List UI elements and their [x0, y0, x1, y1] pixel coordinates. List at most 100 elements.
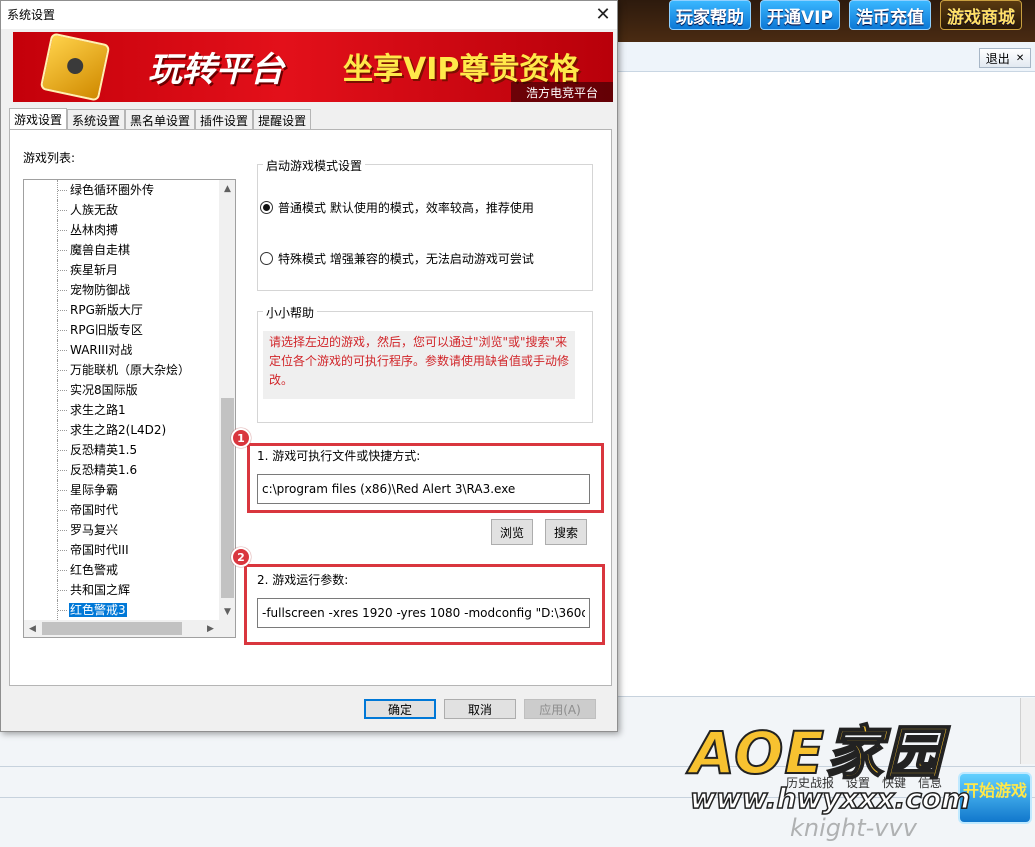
dialog-titlebar[interactable]: 系统设置 ✕	[1, 1, 617, 29]
open-vip-button[interactable]: 开通VIP	[760, 0, 840, 30]
tree-item[interactable]: 魔兽自走棋	[24, 240, 219, 260]
help-title: 小小帮助	[263, 304, 318, 321]
tree-item[interactable]: 绿色循环圈外传	[24, 180, 219, 200]
tree-item[interactable]: 罗马复兴	[24, 520, 219, 540]
scroll-up-icon[interactable]: ▲	[219, 180, 235, 197]
tree-item[interactable]: 宠物防御战	[24, 280, 219, 300]
exe-path-input[interactable]	[257, 474, 590, 504]
tree-item-label: 宠物防御战	[70, 283, 131, 297]
normal-mode-label: 普通模式 默认使用的模式，效率较高，推荐使用	[278, 201, 534, 215]
tree-item-label: 红色警戒	[70, 563, 119, 577]
tree-item-label: 反恐精英1.5	[70, 443, 138, 457]
tree-item[interactable]: WARIII对战	[24, 340, 219, 360]
tree-item[interactable]: RPG新版大厅	[24, 300, 219, 320]
tab-reminder-settings[interactable]: 提醒设置	[253, 109, 312, 130]
normal-mode-option[interactable]: 普通模式 默认使用的模式，效率较高，推荐使用	[260, 199, 534, 216]
recharge-button[interactable]: 浩币充值	[849, 0, 931, 30]
watermark-user: knight-vvv	[790, 814, 917, 842]
search-button[interactable]: 搜索	[545, 519, 587, 545]
scroll-left-icon[interactable]: ◀	[24, 620, 41, 637]
tree-item-label: RPG新版大厅	[70, 303, 143, 317]
game-list-label: 游戏列表:	[23, 151, 76, 165]
tree-item-label: 反恐精英1.6	[70, 463, 138, 477]
ok-button[interactable]: 确定	[364, 699, 436, 719]
tree-item[interactable]: 疾星斩月	[24, 260, 219, 280]
watermark-logo: AOE家园	[689, 718, 944, 788]
scroll-right-icon[interactable]: ▶	[202, 620, 219, 637]
special-mode-option[interactable]: 特殊模式 增强兼容的模式，无法启动游戏可尝试	[260, 250, 534, 267]
tree-item-label: 丛林肉搏	[70, 223, 119, 237]
game-list-items: 绿色循环圈外传 人族无敌丛林肉搏魔兽自走棋疾星斩月宠物防御战 RPG新版大厅 RPG旧…	[24, 180, 219, 620]
tree-item[interactable]: 实况8国际版	[24, 380, 219, 400]
tab-system-settings[interactable]: 系统设置	[67, 109, 126, 130]
game-list-tree: 绿色循环圈外传 人族无敌丛林肉搏魔兽自走棋疾星斩月宠物防御战 RPG新版大厅 RPG旧…	[23, 179, 236, 638]
tree-item[interactable]: 红色警戒3	[24, 600, 219, 620]
tree-item-label: 绿色循环圈外传	[70, 183, 155, 197]
cancel-button[interactable]: 取消	[444, 699, 516, 719]
step-badge-2: 2	[231, 547, 251, 567]
launch-mode-title: 启动游戏模式设置	[263, 157, 366, 174]
banner-brand: 玩转平台	[148, 50, 284, 90]
step-badge-1: 1	[231, 428, 251, 448]
tree-item-label: 求生之路1	[70, 403, 126, 417]
tree-item[interactable]: RPG旧版专区	[24, 320, 219, 340]
tree-item[interactable]: 求生之路2(L4D2)	[24, 420, 219, 440]
tab-game-settings[interactable]: 游戏设置	[9, 108, 68, 130]
tree-item[interactable]: 帝国时代	[24, 500, 219, 520]
game-mall-button[interactable]: 游戏商城	[940, 0, 1022, 30]
scroll-down-icon[interactable]: ▼	[219, 603, 235, 620]
watermark-url: www.hwyxxx.com	[689, 781, 971, 816]
close-icon: ✕	[1015, 52, 1025, 64]
help-text: 请选择左边的游戏，然后，您可以通过"浏览"或"搜索"来定位各个游戏的可执行程序。…	[263, 331, 575, 399]
tree-item-label: 疾星斩月	[70, 263, 119, 277]
tree-item-label: 红色警戒3	[69, 603, 127, 617]
tree-item-label: WARIII对战	[70, 343, 133, 357]
tree-horizontal-scrollbar[interactable]: ◀ ▶	[24, 620, 219, 637]
normal-mode-radio[interactable]	[260, 201, 273, 214]
params-input[interactable]	[257, 598, 590, 628]
tree-item-label: 万能联机（原大杂烩）	[70, 363, 191, 377]
params-label: 2. 游戏运行参数:	[257, 573, 349, 587]
exit-button[interactable]: 退出 ✕	[979, 48, 1031, 68]
tree-item-label: 罗马复兴	[70, 523, 119, 537]
tree-item[interactable]: 反恐精英1.6	[24, 460, 219, 480]
scrollbar-corner	[219, 620, 235, 637]
tree-item[interactable]: 共和国之辉	[24, 580, 219, 600]
launch-mode-group	[257, 164, 593, 291]
tree-item[interactable]: 红色警戒	[24, 560, 219, 580]
chat-scrollbar[interactable]	[1020, 698, 1035, 764]
tree-item-label: 帝国时代	[70, 503, 119, 517]
scroll-thumb[interactable]	[221, 398, 234, 598]
tree-item-label: 人族无敌	[70, 203, 119, 217]
promo-banner: 玩转平台 坐享VIP尊贵资格 浩方电竞平台	[13, 32, 613, 102]
tree-item[interactable]: 丛林肉搏	[24, 220, 219, 240]
tree-item[interactable]: 万能联机（原大杂烩）	[24, 360, 219, 380]
dialog-title: 系统设置	[7, 8, 56, 22]
apply-button[interactable]: 应用(A)	[524, 699, 596, 719]
tab-blacklist-settings[interactable]: 黑名单设置	[125, 109, 196, 130]
tree-item-label: 魔兽自走棋	[70, 243, 131, 257]
tree-item-label: 星际争霸	[70, 483, 119, 497]
tree-item[interactable]: 帝国时代III	[24, 540, 219, 560]
tree-item[interactable]: 求生之路1	[24, 400, 219, 420]
system-settings-dialog: 系统设置 ✕ 玩转平台 坐享VIP尊贵资格 浩方电竞平台 游戏设置 系统设置 黑…	[0, 0, 618, 732]
close-icon[interactable]: ✕	[591, 3, 615, 25]
special-mode-radio[interactable]	[260, 252, 273, 265]
banner-platform-name: 浩方电竞平台	[511, 82, 613, 102]
exe-label: 1. 游戏可执行文件或快捷方式:	[257, 449, 421, 463]
tree-item[interactable]: 星际争霸	[24, 480, 219, 500]
tree-item[interactable]: 反恐精英1.5	[24, 440, 219, 460]
dice-logo-icon	[39, 32, 111, 102]
tree-item-label: 共和国之辉	[70, 583, 131, 597]
tree-item-label: 求生之路2(L4D2)	[70, 423, 167, 437]
browse-button[interactable]: 浏览	[491, 519, 533, 545]
background-subbar	[615, 42, 1035, 72]
player-help-button[interactable]: 玩家帮助	[669, 0, 751, 30]
settings-tabs: 游戏设置 系统设置 黑名单设置 插件设置 提醒设置	[9, 108, 312, 130]
tree-item[interactable]: 人族无敌	[24, 200, 219, 220]
special-mode-label: 特殊模式 增强兼容的模式，无法启动游戏可尝试	[278, 252, 534, 266]
scroll-thumb[interactable]	[42, 622, 182, 635]
exit-label: 退出	[985, 51, 1010, 66]
tab-plugin-settings[interactable]: 插件设置	[195, 109, 254, 130]
tree-item-label: RPG旧版专区	[70, 323, 143, 337]
